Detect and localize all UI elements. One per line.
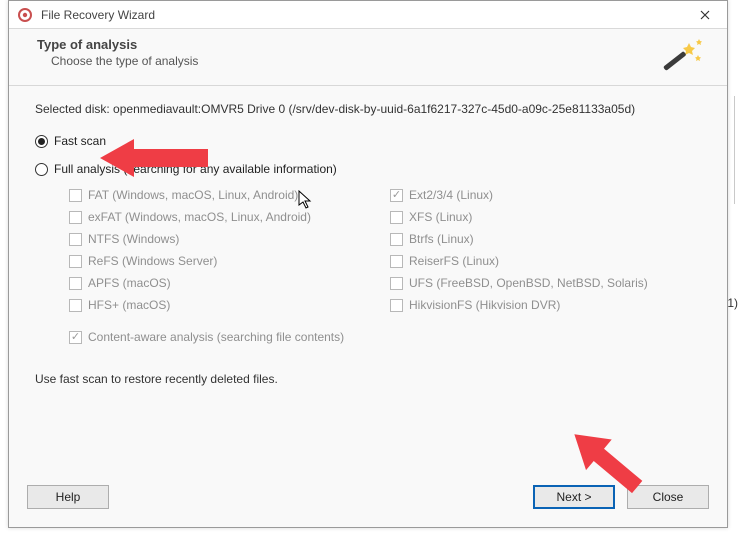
background-window-edge — [734, 96, 740, 204]
titlebar: File Recovery Wizard — [9, 1, 727, 29]
hint-text: Use fast scan to restore recently delete… — [35, 372, 701, 386]
mouse-cursor-icon — [298, 190, 314, 213]
content-aware-label: Content-aware analysis (searching file c… — [88, 330, 344, 344]
fs-label: HFS+ (macOS) — [88, 298, 170, 312]
selected-disk-prefix: Selected disk: — [35, 102, 113, 116]
window-title: File Recovery Wizard — [41, 8, 683, 22]
window-close-button[interactable] — [683, 1, 727, 29]
page-subtitle: Choose the type of analysis — [37, 54, 198, 68]
fs-item: HFS+ (macOS) — [69, 298, 380, 312]
page-title: Type of analysis — [37, 37, 198, 52]
fast-scan-label: Fast scan — [54, 134, 106, 148]
fs-label: Ext2/3/4 (Linux) — [409, 188, 493, 202]
next-button[interactable]: Next > — [533, 485, 615, 509]
wizard-footer: Help Next > Close — [9, 477, 727, 527]
fs-item: exFAT (Windows, macOS, Linux, Android) — [69, 210, 380, 224]
fs-label: ReFS (Windows Server) — [88, 254, 217, 268]
checkbox-icon — [69, 331, 82, 344]
fs-label: HikvisionFS (Hikvision DVR) — [409, 298, 560, 312]
selected-disk-value: openmediavault:OMVR5 Drive 0 (/srv/dev-d… — [113, 102, 635, 116]
fs-item: ReFS (Windows Server) — [69, 254, 380, 268]
fs-item: NTFS (Windows) — [69, 232, 380, 246]
fs-item: HikvisionFS (Hikvision DVR) — [390, 298, 701, 312]
fs-label: XFS (Linux) — [409, 210, 472, 224]
fs-item: APFS (macOS) — [69, 276, 380, 290]
full-analysis-label: Full analysis (searching for any availab… — [54, 162, 337, 176]
fs-item: FAT (Windows, macOS, Linux, Android) — [69, 188, 380, 202]
fs-item: ReiserFS (Linux) — [390, 254, 701, 268]
app-icon — [17, 7, 33, 23]
wizard-header: Type of analysis Choose the type of anal… — [9, 29, 727, 86]
filesystem-grid: FAT (Windows, macOS, Linux, Android) Ext… — [35, 188, 701, 312]
close-button[interactable]: Close — [627, 485, 709, 509]
wizard-wand-icon — [661, 37, 705, 73]
radio-icon — [35, 135, 48, 148]
fs-label: exFAT (Windows, macOS, Linux, Android) — [88, 210, 311, 224]
fs-label: UFS (FreeBSD, OpenBSD, NetBSD, Solaris) — [409, 276, 648, 290]
content-aware-option: Content-aware analysis (searching file c… — [35, 330, 701, 344]
fs-label: FAT (Windows, macOS, Linux, Android) — [88, 188, 298, 202]
selected-disk-label: Selected disk: openmediavault:OMVR5 Driv… — [35, 102, 701, 116]
fs-label: NTFS (Windows) — [88, 232, 179, 246]
fast-scan-option[interactable]: Fast scan — [35, 134, 701, 148]
fs-item: Btrfs (Linux) — [390, 232, 701, 246]
full-analysis-option[interactable]: Full analysis (searching for any availab… — [35, 162, 701, 176]
wizard-content: Selected disk: openmediavault:OMVR5 Driv… — [9, 86, 727, 482]
radio-icon — [35, 163, 48, 176]
wizard-window: File Recovery Wizard Type of analysis Ch… — [8, 0, 728, 528]
fs-item: Ext2/3/4 (Linux) — [390, 188, 701, 202]
help-button[interactable]: Help — [27, 485, 109, 509]
fs-item: XFS (Linux) — [390, 210, 701, 224]
fs-label: APFS (macOS) — [88, 276, 171, 290]
fs-label: ReiserFS (Linux) — [409, 254, 499, 268]
fs-item: UFS (FreeBSD, OpenBSD, NetBSD, Solaris) — [390, 276, 701, 290]
fs-label: Btrfs (Linux) — [409, 232, 474, 246]
